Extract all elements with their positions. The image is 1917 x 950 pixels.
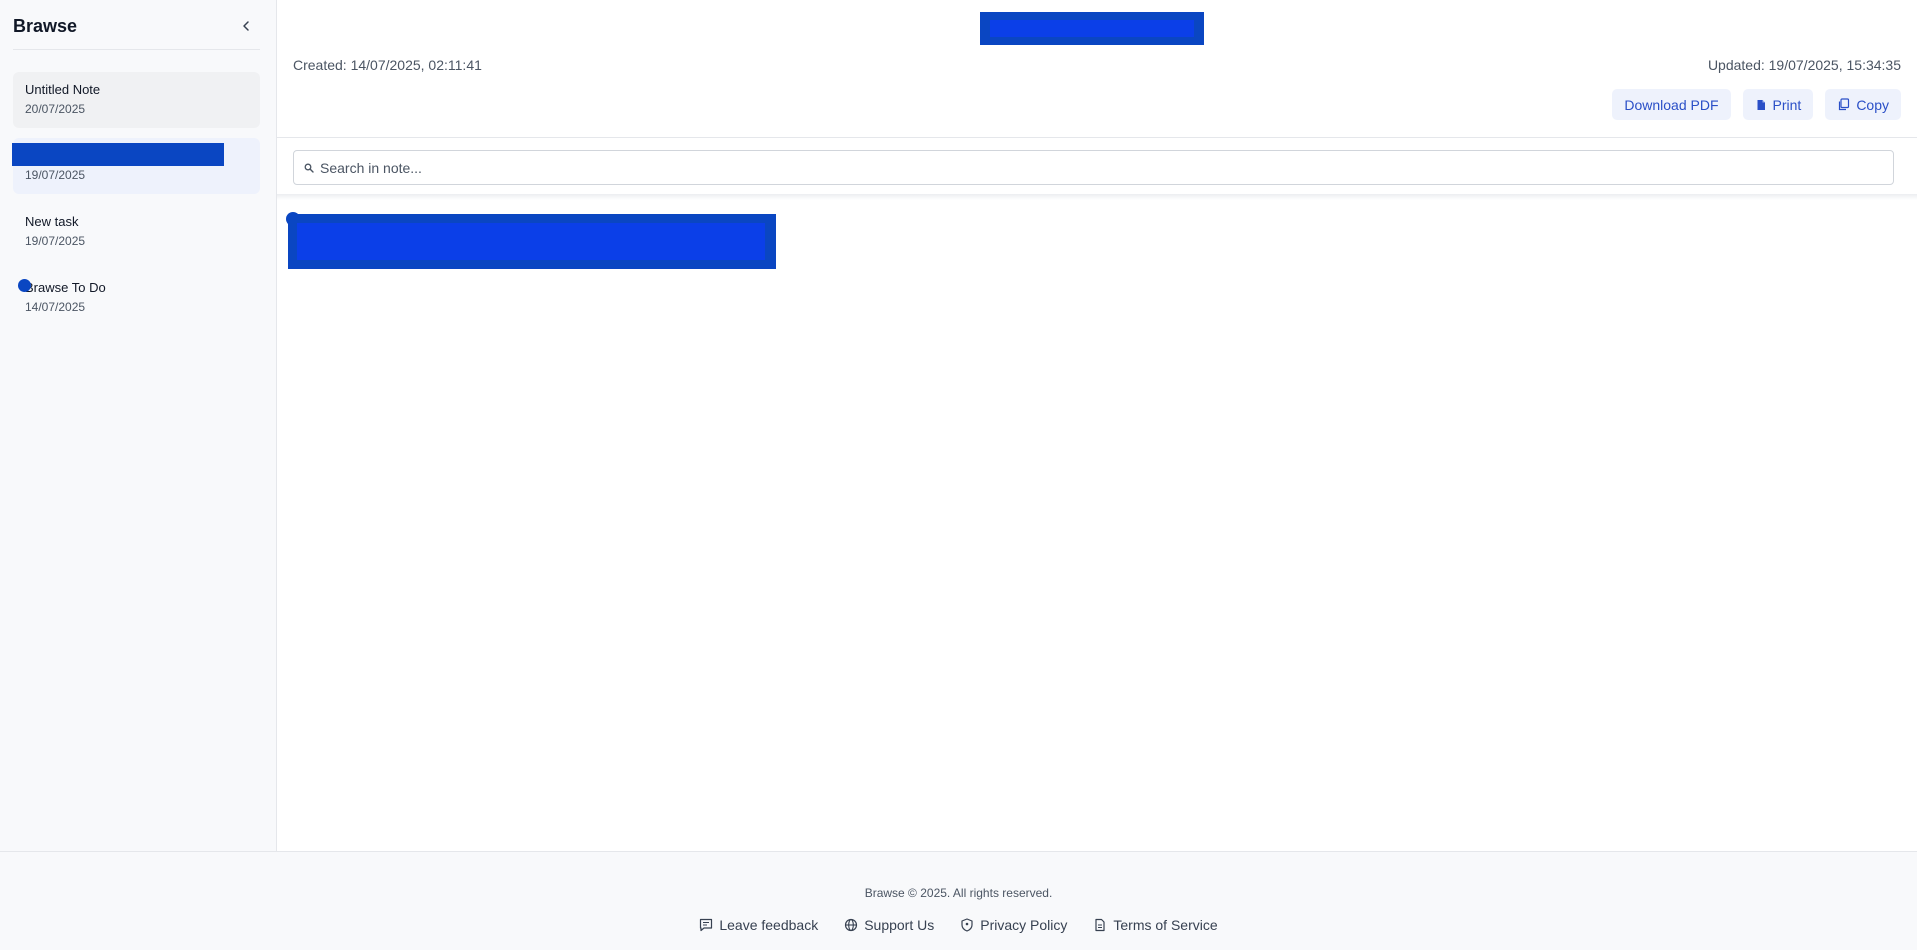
copyright-text: Brawse © 2025. All rights reserved. [864,886,1053,900]
globe-icon [845,918,858,932]
redaction-block [12,143,224,166]
footer-links: Leave feedback Support Us Privacy Policy… [0,917,1917,933]
note-title: Brawse To Do [25,280,106,295]
file-text-icon [1095,918,1105,932]
note-item-new-task[interactable]: New task 19/07/2025 [13,204,260,260]
document-icon [1757,99,1765,110]
chevron-left-icon [243,21,249,31]
updated-timestamp: Updated: 19/07/2025, 15:34:35 [1707,57,1901,73]
leave-feedback-link[interactable]: Leave feedback [699,917,818,933]
note-title: Untitled Note [25,82,101,97]
note-date: 20/07/2025 [25,102,86,116]
created-timestamp: Created: 14/07/2025, 02:11:41 [293,57,482,73]
note-title-redacted [980,12,1204,45]
note-toolbar: Download PDF Print Copy [1612,89,1901,120]
privacy-policy-link[interactable]: Privacy Policy [960,917,1067,933]
message-icon [700,918,713,932]
note-title: New task [25,214,79,229]
redaction-dot [18,279,31,292]
download-pdf-label: Download PDF [1624,96,1719,113]
support-us-link[interactable]: Support Us [844,917,934,933]
support-us-label: Support Us [864,917,935,933]
footer: Brawse © 2025. All rights reserved. Leav… [0,851,1917,950]
privacy-policy-label: Privacy Policy [980,917,1068,933]
download-pdf-button[interactable]: Download PDF [1612,89,1731,120]
search-shadow [277,194,1917,200]
search-icon [304,163,314,173]
note-date: 19/07/2025 [25,168,86,182]
search-box [293,150,1894,185]
copy-label: Copy [1856,96,1889,113]
search-input[interactable] [320,159,1820,176]
note-item-brawse-to-do[interactable]: Brawse To Do 14/07/2025 [13,270,260,326]
note-content-redacted[interactable] [286,212,776,269]
shield-icon [961,918,973,932]
note-date: 14/07/2025 [25,300,86,314]
copy-icon [1839,98,1850,111]
terms-of-service-label: Terms of Service [1113,917,1218,933]
sidebar: Brawse Untitled Note 20/07/2025 19/07/20… [0,0,277,851]
collapse-sidebar-button[interactable] [236,16,256,36]
copy-button[interactable]: Copy [1825,89,1901,120]
sidebar-header: Brawse [13,14,260,50]
note-editor: Created: 14/07/2025, 02:11:41 Updated: 1… [277,0,1917,851]
note-item-untitled-note[interactable]: Untitled Note 20/07/2025 [13,72,260,128]
print-label: Print [1772,96,1802,113]
print-button[interactable]: Print [1742,89,1814,120]
brand-title: Brawse [13,16,78,36]
leave-feedback-label: Leave feedback [719,917,819,933]
note-date: 19/07/2025 [25,234,86,248]
header-divider [277,137,1917,138]
terms-of-service-link[interactable]: Terms of Service [1093,917,1218,933]
